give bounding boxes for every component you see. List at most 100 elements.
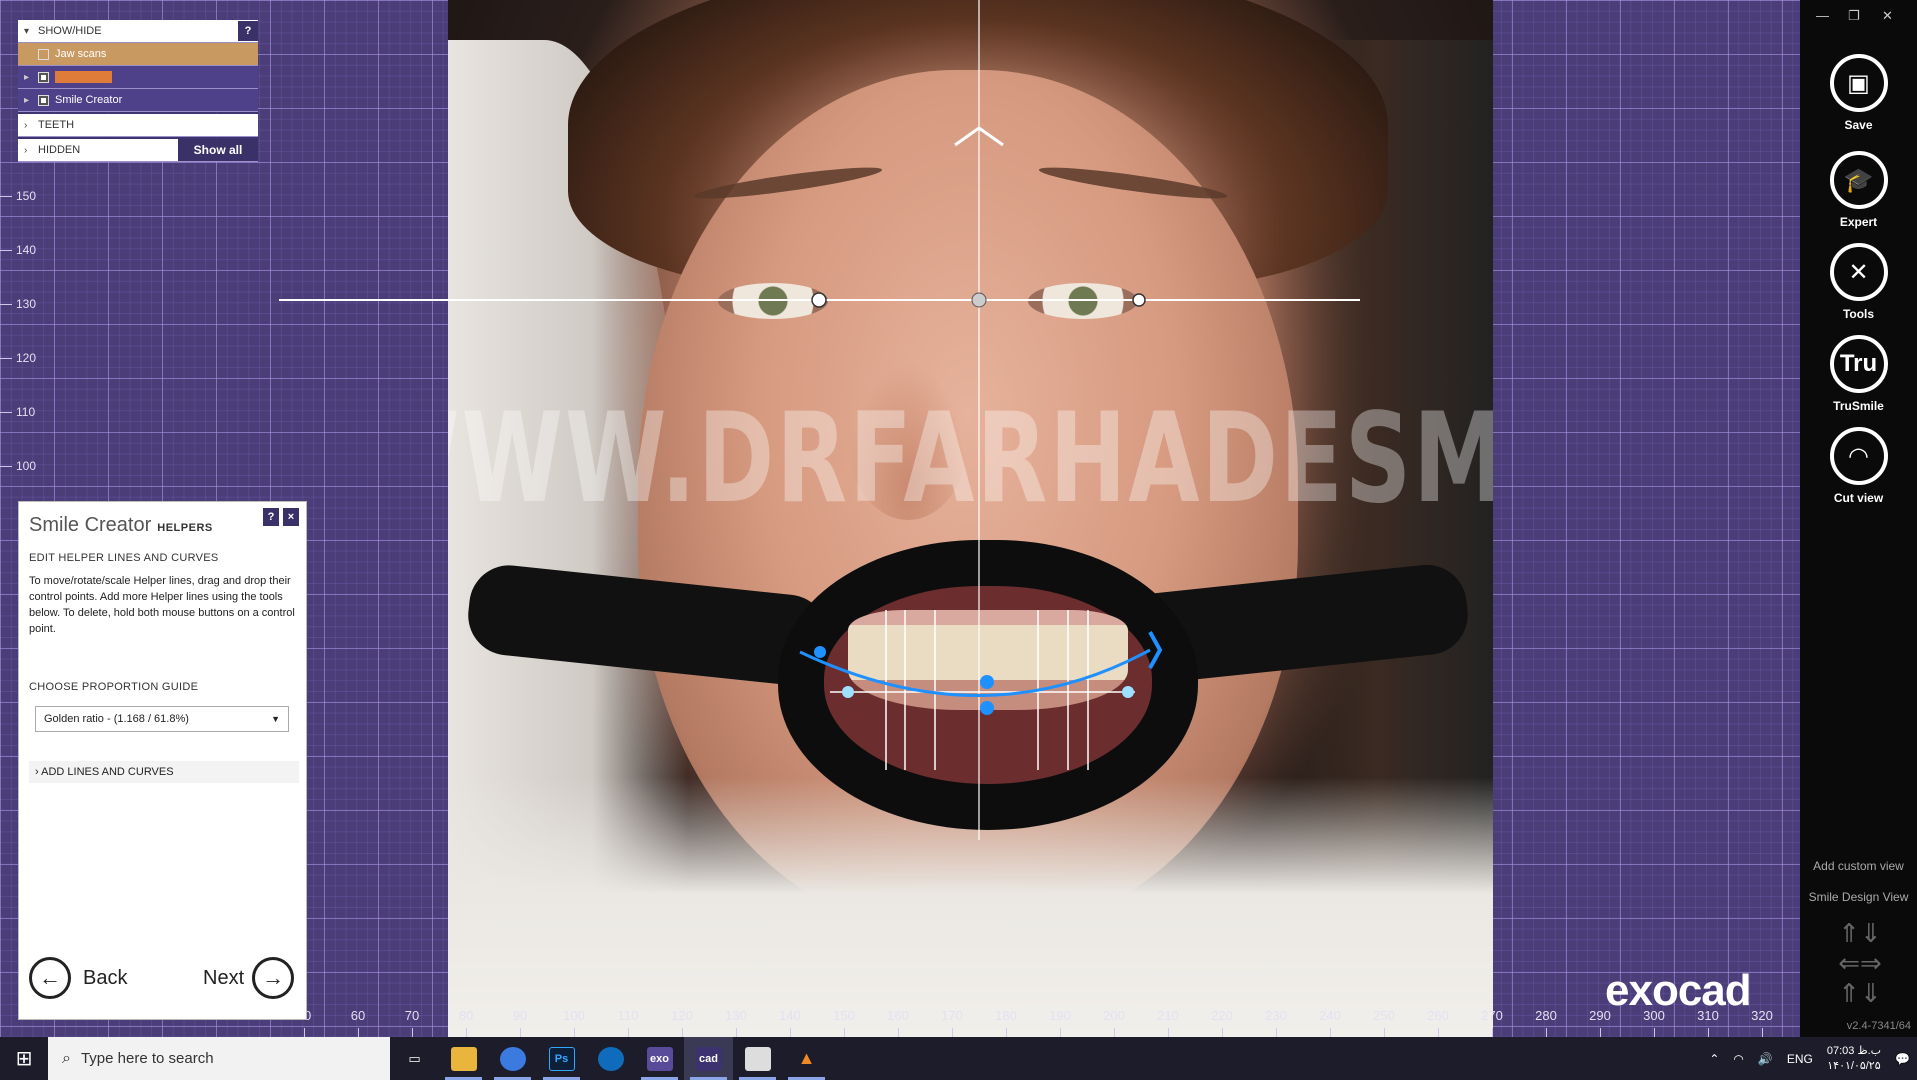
trusmile-button[interactable]: Tru TruSmile bbox=[1800, 335, 1917, 413]
hidden-section[interactable]: › HIDDEN Show all bbox=[18, 139, 258, 162]
ruler-tick bbox=[1546, 1028, 1547, 1037]
edge-icon[interactable] bbox=[586, 1037, 635, 1080]
ruler-label: 90 bbox=[512, 1008, 528, 1023]
ruler-tick bbox=[1114, 1028, 1115, 1037]
network-icon[interactable]: ◠ bbox=[1733, 1052, 1743, 1066]
task-view-icon[interactable]: ▭ bbox=[390, 1037, 439, 1080]
ruler-label: 320 bbox=[1751, 1008, 1773, 1023]
show-all-button[interactable]: Show all bbox=[178, 139, 258, 161]
show-hide-header[interactable]: ▾ SHOW/HIDE ? bbox=[18, 20, 258, 43]
graduation-cap-icon: 🎓 bbox=[1829, 151, 1888, 209]
tools-label: Tools bbox=[1842, 307, 1875, 321]
language-indicator[interactable]: ENG bbox=[1787, 1052, 1813, 1066]
ruler-tick bbox=[1708, 1028, 1709, 1037]
restore-icon[interactable]: ❐ bbox=[1848, 8, 1860, 24]
smile-design-view-button[interactable]: Smile Design View bbox=[1800, 890, 1917, 904]
layer-3d-images[interactable]: ▸ 3D images bbox=[18, 66, 258, 89]
photoshop-icon[interactable]: Ps bbox=[537, 1037, 586, 1080]
system-tray: ⌃ ◠ 🔊 ENG 07:03 ب.ظ ۱۴۰۱/۰۵/۲۵ 💬 bbox=[1702, 1037, 1917, 1080]
ruler-tick bbox=[790, 1028, 791, 1037]
ruler-tick bbox=[844, 1028, 845, 1037]
ruler-tick bbox=[0, 250, 12, 251]
layer-jaw-scans[interactable]: Jaw scans bbox=[18, 43, 258, 66]
tools-button[interactable]: ✕ Tools bbox=[1800, 243, 1917, 321]
help-button[interactable]: ? bbox=[238, 21, 258, 41]
expert-button[interactable]: 🎓 Expert bbox=[1800, 151, 1917, 229]
wizard-title: Smile Creator HELPERS bbox=[29, 514, 213, 536]
ruler-tick bbox=[466, 1028, 467, 1037]
ruler-label: 240 bbox=[1319, 1008, 1341, 1023]
notifications-icon[interactable]: 💬 bbox=[1895, 1052, 1910, 1066]
3d-images-checkbox[interactable] bbox=[38, 71, 49, 83]
ruler-label: 160 bbox=[887, 1008, 909, 1023]
proportion-guide-select[interactable]: Golden ratio - (1.168 / 61.8%) ▼ bbox=[35, 706, 289, 732]
chevron-down-icon: ▾ bbox=[24, 25, 30, 37]
ruler-tick bbox=[952, 1028, 953, 1037]
ruler-tick bbox=[0, 412, 12, 413]
save-label: Save bbox=[1844, 118, 1873, 132]
ruler-label: 130 bbox=[16, 297, 37, 311]
cut-view-button[interactable]: ◠ Cut view bbox=[1800, 427, 1917, 505]
clock-date: ۱۴۰۱/۰۵/۲۵ bbox=[1827, 1059, 1881, 1072]
ruler-label: 220 bbox=[1211, 1008, 1233, 1023]
volume-icon[interactable]: 🔊 bbox=[1758, 1052, 1773, 1066]
arrow-right-icon: → bbox=[252, 957, 295, 999]
minimize-icon[interactable]: — bbox=[1816, 8, 1829, 23]
ruler-tick bbox=[1384, 1028, 1385, 1037]
close-window-icon[interactable]: ✕ bbox=[1882, 8, 1893, 24]
ruler-tick bbox=[0, 196, 12, 197]
next-button[interactable]: Next → bbox=[203, 957, 295, 999]
ruler-tick bbox=[1654, 1028, 1655, 1037]
wizard-help-button[interactable]: ? bbox=[263, 508, 279, 526]
ruler-tick bbox=[1168, 1028, 1169, 1037]
photo-cheek-retractor bbox=[448, 540, 1493, 840]
layer-3d-images-label: 3D images bbox=[55, 71, 112, 83]
photos-app-icon[interactable] bbox=[733, 1037, 782, 1080]
ruler-tick bbox=[1276, 1028, 1277, 1037]
back-label: Back bbox=[83, 966, 128, 989]
tools-icon: ✕ bbox=[1829, 243, 1888, 301]
photo-teeth bbox=[848, 610, 1128, 710]
teeth-label: TEETH bbox=[38, 119, 75, 131]
ruler-label: 130 bbox=[725, 1008, 747, 1023]
trusmile-label: TruSmile bbox=[1833, 399, 1884, 413]
add-lines-curves-section[interactable]: › ADD LINES AND CURVES bbox=[29, 761, 299, 783]
jaw-scans-checkbox[interactable] bbox=[38, 48, 49, 60]
clock-time: 07:03 ب.ظ bbox=[1826, 1044, 1882, 1057]
right-toolbar: — ❐ ✕ ▣ Save 🎓 Expert ✕ Tools Tru TruSmi… bbox=[1800, 0, 1917, 1037]
arrow-left-icon: ← bbox=[29, 957, 71, 999]
vlc-icon[interactable]: ▲ bbox=[782, 1037, 831, 1080]
photo-eye-left bbox=[718, 283, 828, 319]
file-explorer-icon[interactable] bbox=[439, 1037, 488, 1080]
ruler-label: 230 bbox=[1265, 1008, 1287, 1023]
search-placeholder: Type here to search bbox=[80, 1050, 214, 1067]
ruler-tick bbox=[628, 1028, 629, 1037]
floppy-disk-icon: ▣ bbox=[1829, 54, 1888, 112]
tray-chevron-up-icon[interactable]: ⌃ bbox=[1709, 1052, 1719, 1066]
wizard-close-button[interactable]: × bbox=[283, 508, 299, 526]
ruler-label: 100 bbox=[16, 459, 37, 473]
exo-app-icon[interactable]: exo bbox=[635, 1037, 684, 1080]
taskbar-search[interactable]: ⌕ Type here to search bbox=[48, 1037, 390, 1080]
windows-start-icon[interactable]: ⊞ bbox=[0, 1037, 48, 1080]
section-edit-helpers: EDIT HELPER LINES AND CURVES bbox=[29, 552, 219, 564]
expand-arrow-icon[interactable]: ▸ bbox=[24, 95, 38, 106]
chrome-icon[interactable] bbox=[488, 1037, 537, 1080]
ruler-tick bbox=[1438, 1028, 1439, 1037]
ruler-label: 210 bbox=[1157, 1008, 1179, 1023]
clock[interactable]: 07:03 ب.ظ ۱۴۰۱/۰۵/۲۵ bbox=[1827, 1044, 1881, 1074]
teeth-section[interactable]: › TEETH bbox=[18, 114, 258, 137]
dropdown-arrow-icon: ▼ bbox=[271, 714, 280, 724]
back-button[interactable]: ← Back bbox=[29, 957, 127, 999]
layer-smile-creator[interactable]: ▸ Smile Creator bbox=[18, 89, 258, 112]
expert-label: Expert bbox=[1839, 215, 1878, 229]
exocad-app-icon[interactable]: cad bbox=[684, 1037, 733, 1080]
helpers-description: To move/rotate/scale Helper lines, drag … bbox=[29, 575, 295, 635]
ruler-label: 80 bbox=[458, 1008, 474, 1023]
add-custom-view-button[interactable]: Add custom view bbox=[1800, 859, 1917, 873]
smile-creator-checkbox[interactable] bbox=[38, 94, 49, 106]
save-button[interactable]: ▣ Save bbox=[1800, 54, 1917, 132]
view-direction-arrows-icon[interactable]: ⇑⇓ ⇐⇒ ⇑⇓ bbox=[1828, 918, 1892, 1012]
ruler-label: 250 bbox=[1373, 1008, 1395, 1023]
expand-arrow-icon[interactable]: ▸ bbox=[24, 72, 38, 83]
